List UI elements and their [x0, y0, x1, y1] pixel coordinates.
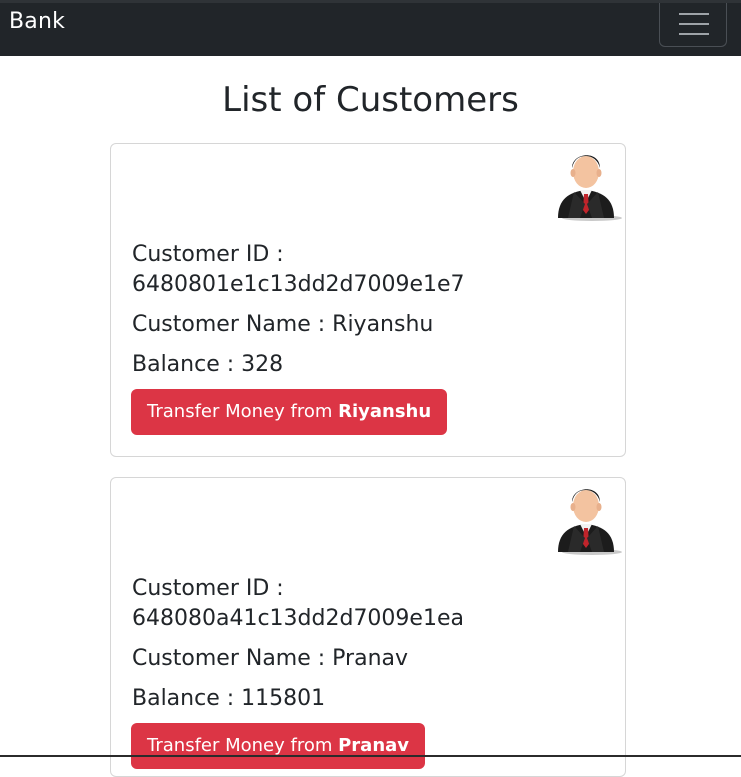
customer-id-label: Customer ID : — [132, 242, 284, 267]
top-navbar: Bank — [0, 0, 741, 56]
transfer-money-button[interactable]: Transfer Money from Pranav — [131, 723, 426, 769]
customer-balance: Balance : 328 — [132, 352, 284, 377]
transfer-button-customer-name: Pranav — [338, 735, 410, 756]
customer-balance: Balance : 115801 — [132, 686, 326, 711]
customer-id-label: Customer ID : — [132, 576, 284, 601]
page-title: List of Customers — [222, 80, 519, 120]
customer-name: Customer Name : Riyanshu — [132, 312, 434, 337]
businessman-avatar-icon — [558, 489, 622, 555]
transfer-button-prefix: Transfer Money from — [147, 401, 339, 422]
customer-name: Customer Name : Pranav — [132, 646, 409, 671]
customer-card: Customer ID : 648080a41c13dd2d7009e1ea C… — [110, 477, 626, 777]
transfer-button-customer-name: Riyanshu — [338, 401, 432, 422]
navbar-brand[interactable]: Bank — [9, 9, 65, 34]
customer-card: Customer ID : 6480801e1c13dd2d7009e1e7 C… — [110, 143, 626, 457]
transfer-button-prefix: Transfer Money from — [147, 735, 339, 756]
hamburger-menu-icon[interactable] — [659, 3, 727, 47]
transfer-money-button[interactable]: Transfer Money from Riyanshu — [131, 389, 448, 435]
customer-id-value: 648080a41c13dd2d7009e1ea — [132, 606, 464, 631]
customer-id-value: 6480801e1c13dd2d7009e1e7 — [132, 272, 465, 297]
businessman-avatar-icon — [558, 155, 622, 221]
